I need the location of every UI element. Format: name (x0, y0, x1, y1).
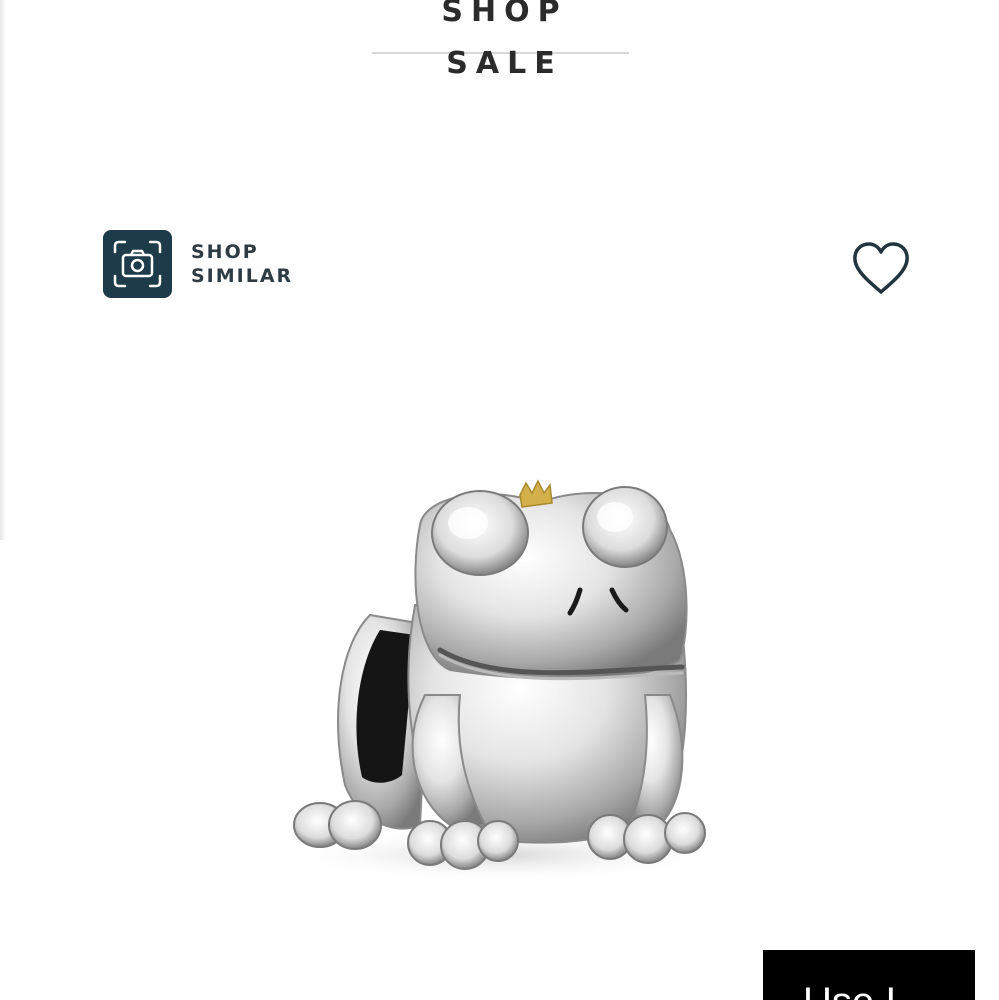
shop-similar-line1: SHOP (191, 241, 259, 263)
shop-sale-label: SHOP SALE (441, 0, 568, 81)
shop-sale-link[interactable]: SHOP SALE (372, 0, 629, 81)
heart-icon[interactable] (850, 240, 912, 296)
left-edge-shadow (0, 0, 6, 540)
shop-similar-line2: SIMILAR (191, 265, 294, 287)
product-page: SHOP SALE SHOP SIMILAR (0, 0, 999, 1000)
frog-charm-image (250, 455, 750, 895)
camera-icon (103, 230, 172, 298)
shop-similar-button[interactable]: SHOP SIMILAR (103, 230, 293, 298)
shop-similar-label: SHOP SIMILAR (191, 240, 293, 288)
cta-label: Use I (803, 980, 896, 1000)
cta-button[interactable]: Use I (763, 950, 975, 1000)
